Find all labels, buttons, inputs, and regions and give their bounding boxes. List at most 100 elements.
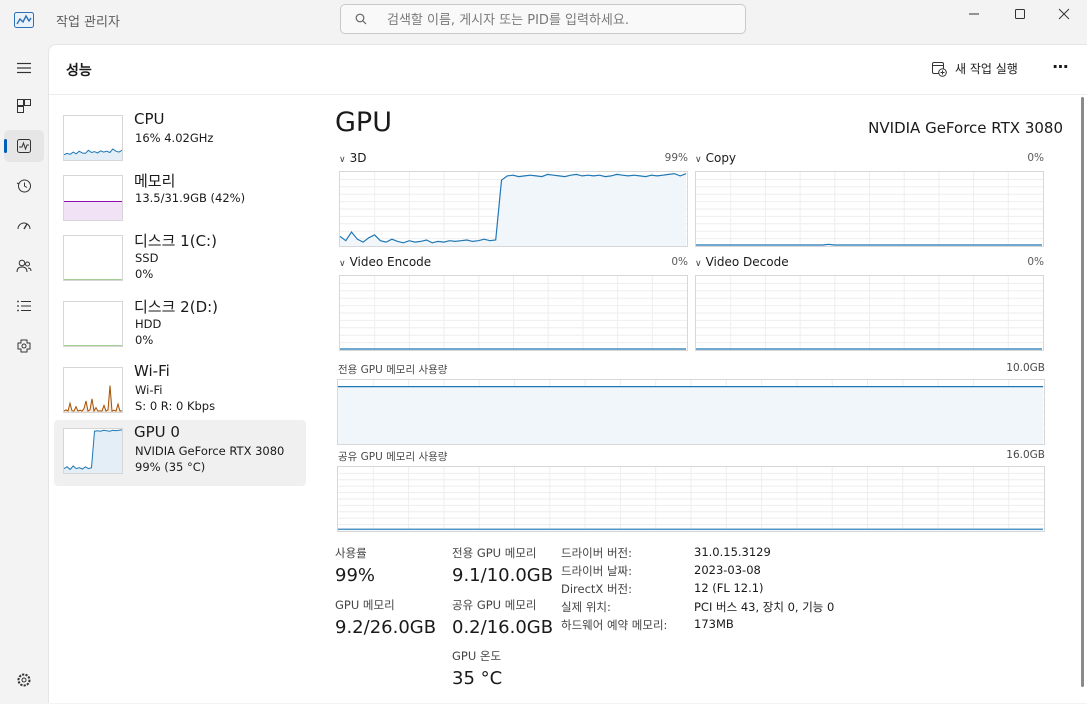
chevron-down-icon: ∨ bbox=[695, 259, 702, 269]
disk-2-thumbnail bbox=[63, 301, 123, 347]
driver-version-key: 드라이버 버전: bbox=[561, 546, 633, 560]
shared-memory-max: 16.0GB bbox=[1006, 449, 1045, 461]
device-usage: 0% bbox=[135, 333, 154, 347]
settings-icon bbox=[17, 673, 31, 687]
device-name: 메모리 bbox=[134, 172, 176, 190]
device-name: CPU bbox=[134, 110, 165, 128]
device-detail: 13.5/31.9GB (42%) bbox=[135, 191, 246, 205]
engine-percent: 0% bbox=[1027, 152, 1044, 164]
chevron-down-icon: ∨ bbox=[339, 155, 346, 165]
device-memory[interactable]: 메모리 13.5/31.9GB (42%) bbox=[54, 167, 306, 233]
engine-percent: 0% bbox=[671, 256, 688, 268]
search-input[interactable] bbox=[385, 9, 739, 31]
scrollbar[interactable] bbox=[1081, 97, 1084, 687]
disk-1-thumbnail bbox=[63, 235, 123, 281]
device-disk-1[interactable]: 디스크 1(C:) SSD 0% bbox=[54, 227, 306, 293]
directx-version-key: DirectX 버전: bbox=[561, 582, 633, 596]
usage-value: 99% bbox=[335, 565, 376, 586]
dedicated-memory-graph bbox=[337, 379, 1045, 445]
engine-label: Video Encode bbox=[349, 255, 432, 269]
dedicated-memory-stat-value: 9.1/10.0GB bbox=[452, 565, 554, 586]
maximize-icon bbox=[1015, 9, 1025, 19]
device-detail: 16% 4.02GHz bbox=[135, 131, 214, 145]
device-name: Wi-Fi bbox=[134, 362, 170, 380]
title-bar: 작업 관리자 bbox=[0, 0, 1087, 44]
main-panel: 성능 새 작업 실행 ⋯ CPU 16% 4.02GHz 메모리 13.5/31… bbox=[48, 44, 1087, 703]
minimize-button[interactable] bbox=[951, 0, 997, 28]
shared-memory-label: 공유 GPU 메모리 사용량 bbox=[338, 451, 448, 463]
device-usage: 99% (35 °C) bbox=[135, 460, 206, 474]
engine-decode-graph bbox=[695, 275, 1044, 351]
nav-processes[interactable] bbox=[4, 90, 44, 122]
nav-startup[interactable] bbox=[4, 210, 44, 242]
engine-copy-graph bbox=[695, 171, 1044, 247]
search-box[interactable] bbox=[340, 4, 746, 34]
nav-details[interactable] bbox=[4, 290, 44, 322]
nav-users[interactable] bbox=[4, 250, 44, 282]
window-title: 작업 관리자 bbox=[56, 15, 120, 30]
device-disk-2[interactable]: 디스크 2(D:) HDD 0% bbox=[54, 293, 306, 359]
gpu-memory-value: 9.2/26.0GB bbox=[335, 617, 437, 638]
dedicated-memory-stat-label: 전용 GPU 메모리 bbox=[452, 546, 537, 560]
driver-date-value: 2023-03-08 bbox=[694, 563, 761, 577]
close-button[interactable] bbox=[1041, 0, 1087, 28]
device-throughput: S: 0 R: 0 Kbps bbox=[135, 399, 216, 413]
nav-menu[interactable] bbox=[4, 52, 44, 84]
processes-icon bbox=[17, 99, 31, 113]
physical-location-value: PCI 버스 43, 장치 0, 기능 0 bbox=[694, 600, 835, 614]
shared-memory-graph bbox=[337, 466, 1045, 532]
chevron-down-icon: ∨ bbox=[695, 155, 702, 165]
nav-settings[interactable] bbox=[4, 664, 44, 696]
engine-percent: 0% bbox=[1027, 256, 1044, 268]
engine-percent: 99% bbox=[664, 152, 688, 164]
gpu-thumbnail bbox=[63, 428, 123, 474]
maximize-button[interactable] bbox=[997, 0, 1043, 28]
memory-thumbnail bbox=[63, 175, 123, 221]
dedicated-memory-max: 10.0GB bbox=[1006, 362, 1045, 374]
nav-app-history[interactable] bbox=[4, 170, 44, 202]
directx-version-value: 12 (FL 12.1) bbox=[694, 581, 764, 595]
engine-copy-selector[interactable]: ∨ Copy bbox=[695, 151, 736, 165]
device-name: 디스크 1(C:) bbox=[134, 232, 217, 250]
gpu-detail: GPU NVIDIA GeForce RTX 3080 ∨ 3D 99% ∨ Cop… bbox=[335, 45, 1063, 704]
shared-memory-stat-value: 0.2/16.0GB bbox=[452, 617, 554, 638]
device-cpu[interactable]: CPU 16% 4.02GHz bbox=[54, 107, 306, 173]
services-icon bbox=[17, 339, 31, 353]
device-gpu-0[interactable]: GPU 0 NVIDIA GeForce RTX 3080 99% (35 °C… bbox=[54, 420, 306, 486]
minimize-icon bbox=[969, 13, 979, 15]
nav-performance[interactable] bbox=[4, 130, 44, 162]
thumbnail-line bbox=[64, 385, 122, 412]
performance-icon bbox=[17, 139, 31, 153]
engine-3d-graph bbox=[339, 171, 688, 247]
chevron-down-icon: ∨ bbox=[339, 259, 346, 269]
hamburger-icon bbox=[17, 62, 31, 74]
users-icon bbox=[16, 259, 32, 273]
engine-encode-graph bbox=[339, 275, 688, 351]
device-type: SSD bbox=[135, 251, 159, 265]
device-name: GPU 0 bbox=[134, 423, 180, 441]
device-type: Wi-Fi bbox=[135, 383, 163, 397]
engine-3d-selector[interactable]: ∨ 3D bbox=[339, 151, 366, 165]
page-title: 성능 bbox=[66, 63, 92, 79]
gpu-temperature-label: GPU 온도 bbox=[452, 649, 502, 663]
physical-location-key: 실제 위치: bbox=[561, 600, 611, 614]
engine-decode-selector[interactable]: ∨ Video Decode bbox=[695, 255, 789, 269]
series-area bbox=[340, 173, 686, 246]
device-wifi[interactable]: Wi-Fi Wi-Fi S: 0 R: 0 Kbps bbox=[54, 359, 306, 425]
shared-memory-stat-label: 공유 GPU 메모리 bbox=[452, 598, 537, 612]
engine-encode-selector[interactable]: ∨ Video Encode bbox=[339, 255, 431, 269]
engine-label: Video Decode bbox=[705, 255, 789, 269]
cpu-thumbnail bbox=[63, 115, 123, 161]
startup-icon bbox=[17, 222, 31, 230]
navigation-rail bbox=[0, 44, 48, 703]
device-type: HDD bbox=[135, 317, 162, 331]
nav-services[interactable] bbox=[4, 330, 44, 362]
device-name: 디스크 2(D:) bbox=[134, 298, 219, 316]
thumbnail-area bbox=[64, 149, 122, 160]
task-manager-icon bbox=[14, 12, 34, 28]
gpu-title: GPU bbox=[335, 107, 392, 138]
reserved-memory-key: 하드웨어 예약 메모리: bbox=[561, 618, 668, 632]
engine-label: 3D bbox=[349, 151, 367, 165]
driver-version-value: 31.0.15.3129 bbox=[694, 545, 771, 559]
driver-date-key: 드라이버 날짜: bbox=[561, 564, 633, 578]
